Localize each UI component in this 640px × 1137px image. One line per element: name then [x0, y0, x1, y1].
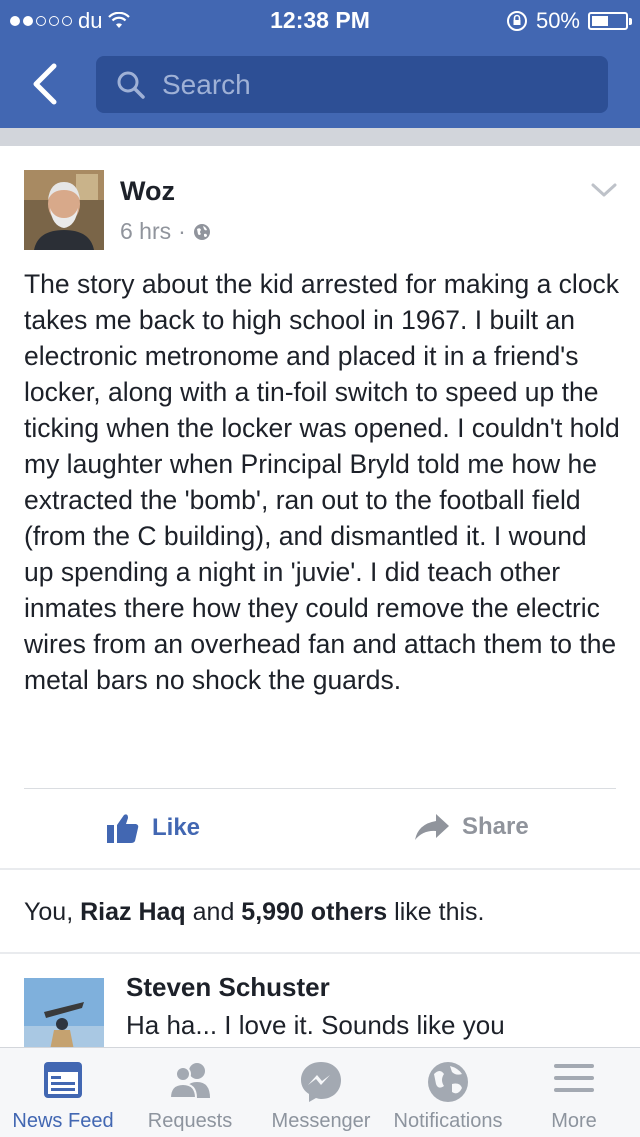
tab-more[interactable]: More [508, 1048, 640, 1137]
post-card: Woz 6 hrs · The story about the kid arre… [0, 146, 640, 868]
app-header: du 12:38 PM 50% Search [0, 0, 640, 128]
post-meta: 6 hrs · [120, 218, 211, 245]
search-bar[interactable]: Search [96, 56, 608, 113]
tab-label: Notifications [393, 1110, 503, 1132]
post-text: The story about the kid arrested for mak… [24, 269, 620, 695]
requests-icon [168, 1063, 210, 1099]
tab-notifications[interactable]: Notifications [388, 1048, 508, 1137]
public-globe-icon [193, 223, 210, 240]
tab-requests[interactable]: Requests [126, 1048, 254, 1137]
comment-item: Steven Schuster Ha ha... I love it. Soun… [0, 954, 640, 1048]
post-actions: Like Share [0, 804, 640, 854]
commenter-avatar[interactable] [24, 978, 104, 1048]
meta-separator: · [178, 218, 186, 244]
bottom-tab-bar: News Feed Requests Messenger Notificatio… [0, 1047, 640, 1137]
back-chevron-icon[interactable] [28, 62, 68, 106]
tab-label: Messenger [271, 1110, 371, 1132]
comment-text: Ha ha... I love it. Sounds like you [126, 1010, 505, 1040]
actions-divider [24, 788, 616, 789]
tab-news-feed[interactable]: News Feed [0, 1048, 126, 1137]
menu-icon [554, 1064, 594, 1092]
share-button[interactable]: Share [414, 812, 529, 842]
status-bar: du 12:38 PM 50% [0, 0, 640, 40]
others-count[interactable]: 5,990 others [241, 898, 387, 926]
share-arrow-icon [415, 814, 449, 840]
tab-label: Requests [147, 1110, 233, 1132]
commenter-name[interactable]: Steven Schuster [126, 972, 330, 1003]
liker-name[interactable]: Riaz Haq [80, 898, 186, 926]
chevron-down-icon[interactable] [590, 182, 618, 200]
share-label: Share [462, 813, 529, 840]
tab-label: More [551, 1110, 597, 1132]
like-button[interactable]: Like [106, 812, 200, 844]
tab-label: News Feed [12, 1110, 114, 1132]
likes-summary-text: You, Riaz Haq and 5,990 others like this… [24, 898, 485, 926]
tab-messenger[interactable]: Messenger [254, 1048, 388, 1137]
messenger-icon [301, 1062, 341, 1102]
thumbs-up-icon [107, 814, 139, 843]
search-icon [117, 71, 145, 99]
like-label: Like [152, 814, 201, 841]
feed-separator [0, 128, 640, 146]
news-feed-icon [44, 1062, 82, 1098]
battery-percent: 50% [535, 8, 580, 33]
likes-summary[interactable]: You, Riaz Haq and 5,990 others like this… [0, 870, 640, 952]
author-avatar[interactable] [24, 170, 104, 250]
post-author-name[interactable]: Woz [120, 176, 175, 207]
battery-icon [588, 12, 632, 30]
rotation-lock-icon [506, 11, 527, 31]
search-placeholder: Search [162, 69, 251, 100]
globe-icon [428, 1062, 468, 1102]
post-timestamp[interactable]: 6 hrs [120, 218, 171, 245]
